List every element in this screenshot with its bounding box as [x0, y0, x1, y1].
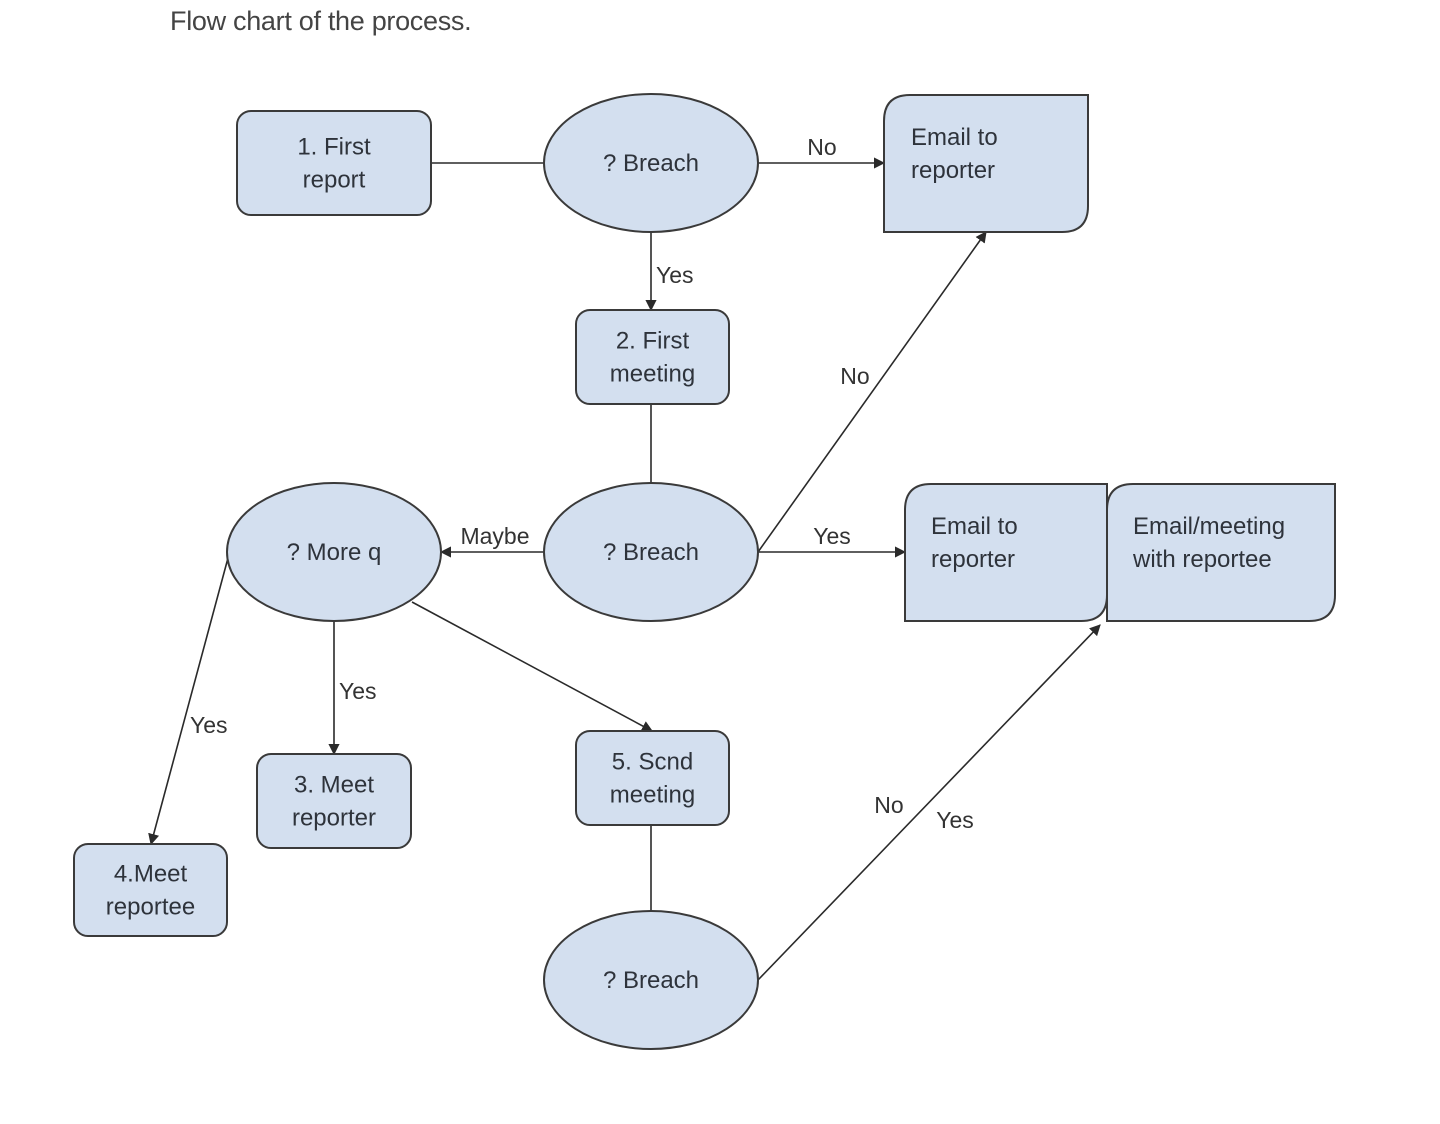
process-box [73, 843, 228, 937]
node-label: report [303, 167, 366, 194]
node-breach-2: ? Breach [543, 482, 759, 622]
edge-breach-3-to-email-reporter-2 [757, 624, 1101, 981]
process-box [256, 753, 412, 849]
node-meet-reportee: 4.Meet reportee [73, 843, 228, 937]
edge-more-q-to-meet-reportee [148, 557, 229, 846]
node-label: 4.Meet [114, 861, 188, 888]
node-first-meeting: 2. First meeting [575, 309, 730, 405]
node-second-meeting: 5. Scnd meeting [575, 730, 730, 826]
process-box [236, 110, 432, 216]
node-label: 1. First [297, 134, 371, 161]
edge-label-yes: Yes [936, 807, 974, 833]
node-label: Email to [931, 513, 1018, 540]
node-label: reporter [292, 805, 376, 832]
node-label: 5. Scnd [612, 749, 693, 776]
node-meet-reporter: 3. Meet reporter [256, 753, 412, 849]
edge-label-no: No [874, 792, 903, 818]
node-breach-3: ? Breach [543, 910, 759, 1050]
node-label: with reportee [1132, 546, 1272, 573]
edge-label-yes: Yes [656, 262, 694, 288]
edge-label-yes: Yes [813, 523, 851, 549]
edge-more-q-to-second-meeting [411, 601, 653, 732]
node-label: ? More q [287, 539, 382, 566]
node-email-meeting-reportee: Email/meeting with reportee [1106, 483, 1336, 622]
node-label: ? Breach [603, 150, 699, 177]
node-email-reporter-2: Email to reporter [904, 483, 1108, 622]
edge-labels-layer: No Yes No Yes Maybe Yes Yes No Yes [190, 134, 974, 833]
node-label: 3. Meet [294, 772, 374, 799]
node-label: reporter [931, 546, 1015, 573]
node-label: reporter [911, 157, 995, 184]
node-label: meeting [610, 361, 695, 388]
process-box [575, 309, 730, 405]
node-label: meeting [610, 782, 695, 809]
node-label: 2. First [616, 328, 690, 355]
flowchart: 1. First report ? Breach Email to reporter 2.… [73, 93, 1336, 1050]
node-label: Email/meeting [1133, 513, 1285, 540]
node-breach-1: ? Breach [543, 93, 759, 233]
nodes-layer: 1. First report ? Breach Email to reporter 2.… [73, 93, 1336, 1050]
node-first-report: 1. First report [236, 110, 432, 216]
edge-label-no: No [840, 363, 869, 389]
edge-label-yes: Yes [190, 712, 228, 738]
edge-label-no: No [807, 134, 836, 160]
node-more-q: ? More q [226, 482, 442, 622]
edge-label-maybe: Maybe [460, 523, 529, 549]
process-box [575, 730, 730, 826]
node-label: ? Breach [603, 967, 699, 994]
node-label: ? Breach [603, 539, 699, 566]
node-email-reporter-1: Email to reporter [883, 94, 1089, 233]
node-label: reportee [106, 894, 195, 921]
node-label: Email to [911, 124, 998, 151]
edge-label-yes: Yes [339, 678, 377, 704]
